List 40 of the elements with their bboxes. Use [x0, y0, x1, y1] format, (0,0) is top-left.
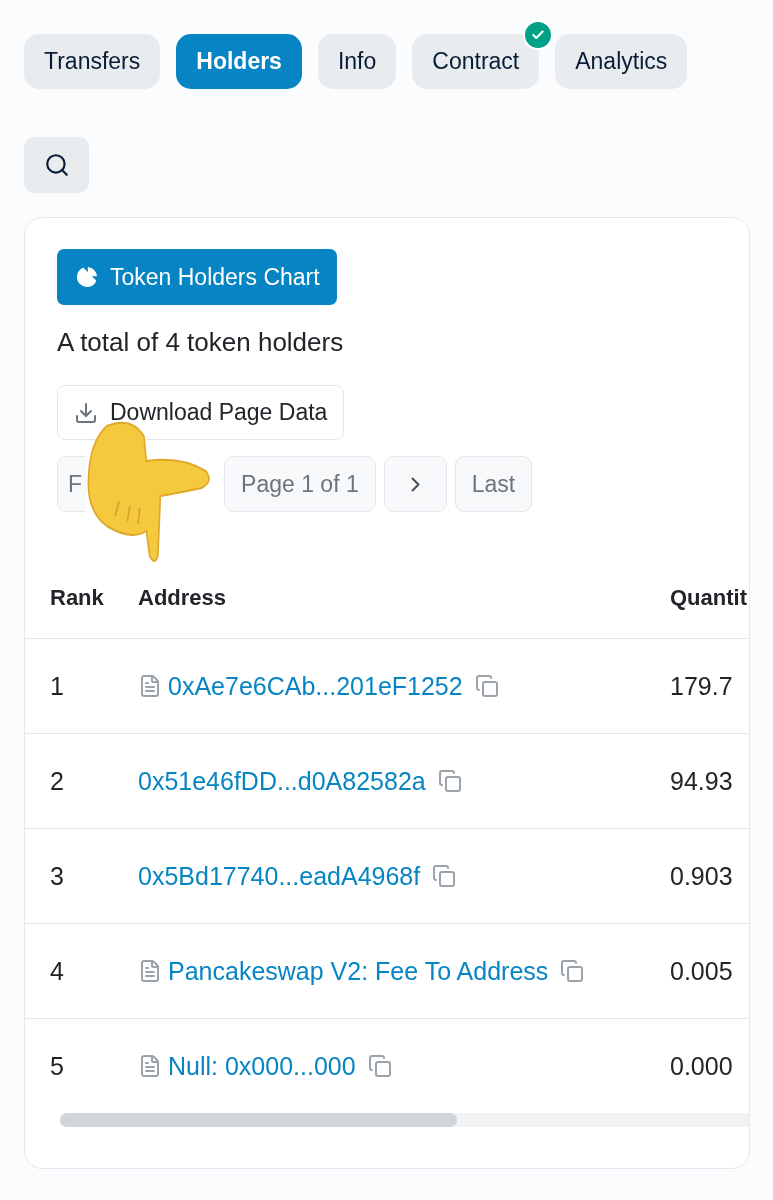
token-holders-chart-button[interactable]: Token Holders Chart: [57, 249, 337, 305]
tab[interactable]: Transfers: [24, 34, 161, 89]
last-page-button[interactable]: Last: [454, 456, 533, 512]
column-header: Quantit: [670, 585, 748, 611]
copy-icon[interactable]: [367, 1054, 392, 1078]
address-link[interactable]: 0xAe7e6CAb...201eF1252: [168, 671, 463, 701]
address-link[interactable]: 0x51e46fDD...d0A82582a: [138, 766, 426, 796]
address-link[interactable]: 0x5Bd17740...eadA4968f: [138, 861, 421, 891]
quantity-cell-text: 0.903: [670, 861, 734, 891]
download-icon: [74, 400, 98, 425]
rank-cell-text: 2: [49, 766, 65, 796]
quantity-cell-text: 179.7: [670, 671, 734, 701]
search-icon: [43, 152, 70, 178]
search-button[interactable]: [24, 137, 89, 193]
first-page-button[interactable]: F: [57, 456, 87, 512]
tab[interactable]: Contract: [412, 34, 540, 89]
column-header: Rank: [49, 585, 105, 611]
rank-cell-text: 5: [49, 1051, 65, 1081]
quantity-cell-text: 0.000: [670, 1051, 734, 1081]
quantity-cell-text: 0.005: [670, 956, 734, 986]
quantity-cell-text: 94.93: [670, 766, 734, 796]
holders-summary: A total of 4 token holders: [57, 327, 345, 358]
address-link[interactable]: Pancakeswap V2: Fee To Address: [168, 956, 549, 986]
column-header: Address: [138, 585, 228, 611]
tab[interactable]: Analytics: [555, 34, 688, 89]
copy-icon[interactable]: [560, 959, 585, 983]
copy-icon[interactable]: [474, 674, 499, 698]
copy-icon[interactable]: [437, 769, 462, 793]
pie-chart-icon: [74, 264, 100, 290]
tab[interactable]: Holders: [176, 34, 302, 89]
rank-cell-text: 1: [49, 671, 65, 701]
page-indicator[interactable]: Page 1 of 1: [224, 456, 376, 512]
chevron-right-icon: [410, 476, 420, 492]
horizontal-scrollbar[interactable]: [60, 1113, 749, 1127]
download-button[interactable]: Download Page Data: [57, 385, 345, 440]
tab[interactable]: Info: [317, 34, 397, 89]
address-link[interactable]: Null: 0x000...000: [168, 1051, 356, 1081]
rank-cell-text: 3: [49, 861, 65, 891]
rank-cell-text: 4: [49, 956, 65, 986]
copy-icon[interactable]: [432, 864, 457, 888]
